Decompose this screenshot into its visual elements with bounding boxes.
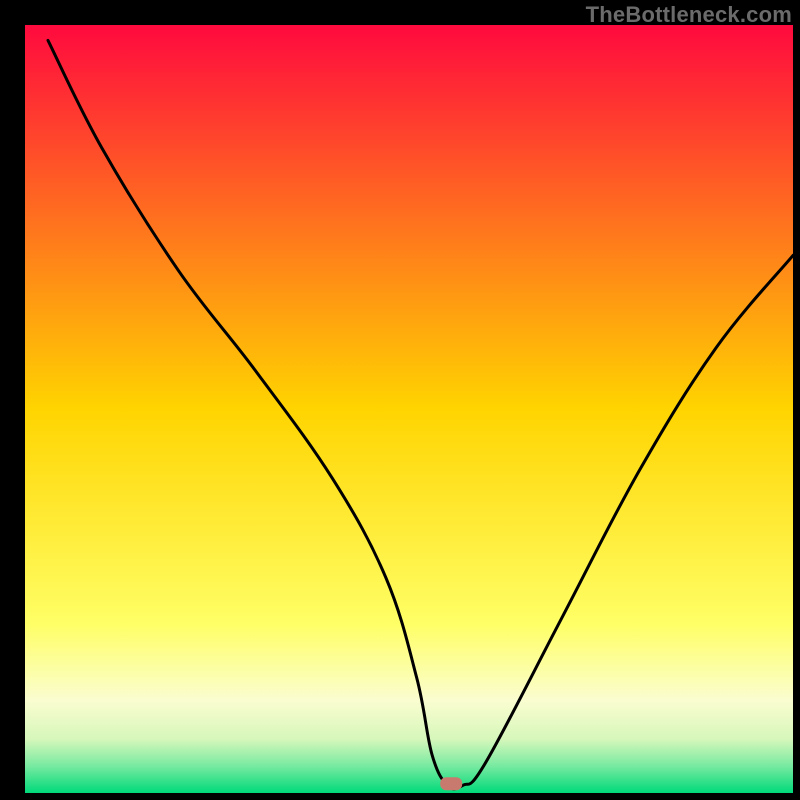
chart-stage: TheBottleneck.com: [0, 0, 800, 800]
bottleneck-chart: [0, 0, 800, 800]
optimal-marker: [440, 777, 462, 790]
watermark-text: TheBottleneck.com: [586, 2, 792, 28]
plot-background: [25, 25, 793, 793]
